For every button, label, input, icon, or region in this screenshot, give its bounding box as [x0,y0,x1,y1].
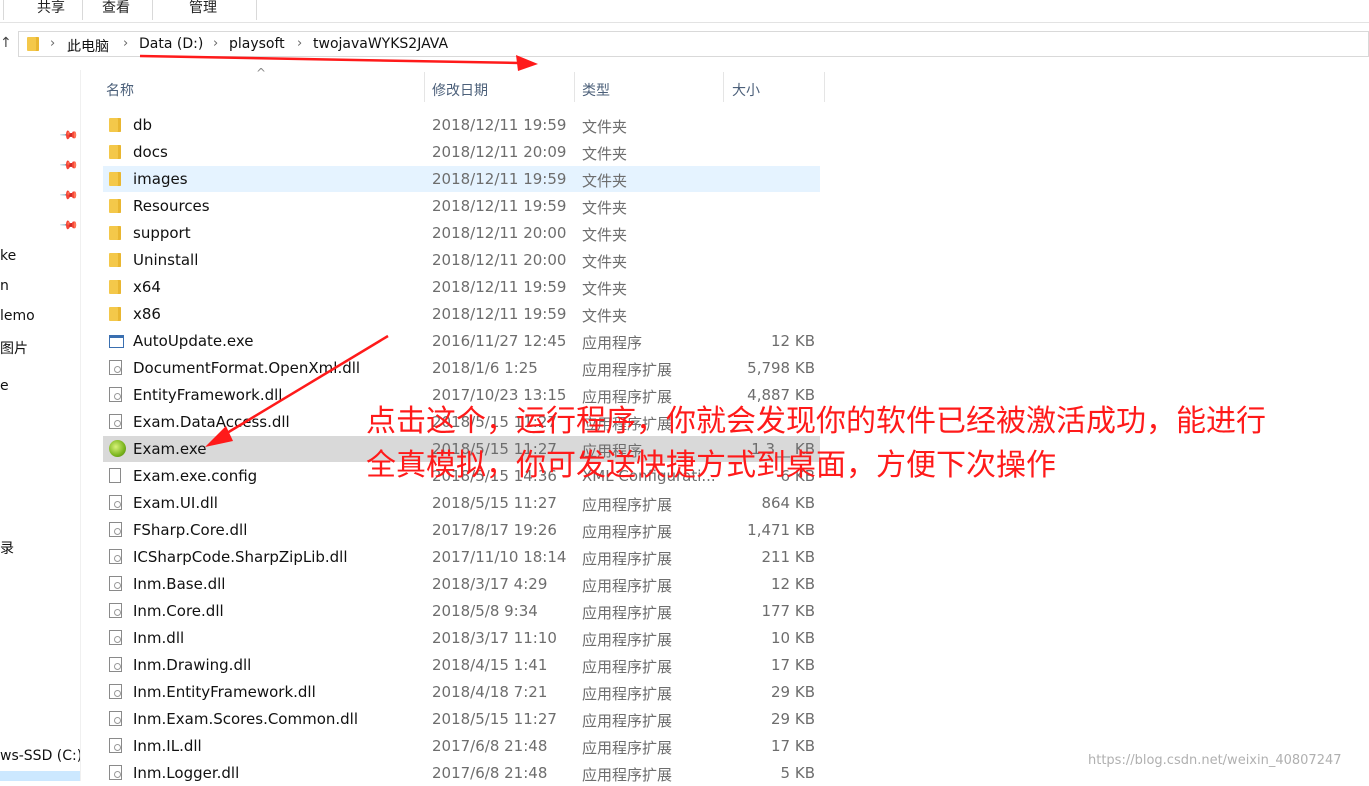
arrowhead-icon [516,55,538,71]
watermark: https://blog.csdn.net/weixin_40807247 [1088,753,1342,768]
arrowhead-icon [205,426,233,447]
underline-arrow [139,54,521,65]
annotation-text-line1: 点击这个，运行程序，你就会发现你的软件已经被激活成功，能进行 [366,404,1266,439]
annotation-arrows [139,54,538,447]
annotation-text-line2: 全真模拟，你可发送快捷方式到桌面，方便下次操作 [366,448,1056,483]
pointer-arrow [221,334,389,438]
